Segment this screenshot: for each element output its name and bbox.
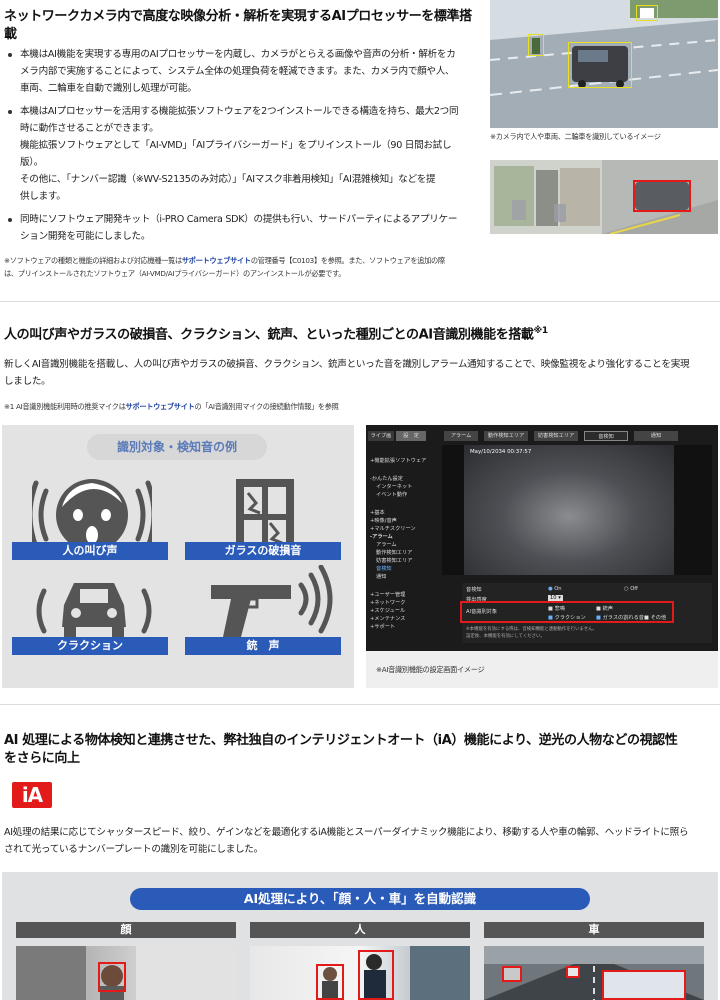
face-scene-image xyxy=(16,946,236,1000)
tab-sound-detection[interactable]: 音検知 xyxy=(584,431,628,441)
car-detection-box xyxy=(566,966,580,978)
vehicle-detection-box xyxy=(633,180,691,212)
section-divider xyxy=(0,704,720,705)
menu-item[interactable]: +マルチスクリーン xyxy=(370,525,416,532)
label-scream: 人の叫び声 xyxy=(12,542,168,560)
menu-item[interactable]: イベント動作 xyxy=(376,491,407,498)
column-face: 顔 xyxy=(16,922,236,938)
form-footer-note: ※本機能を有効にする際は、音検知機能と連動動作を行いません。 xyxy=(466,627,597,632)
feature-list: 本機はAI機能を実現する専用のAIプロセッサーを内蔵し、カメラがとらえる画像や音… xyxy=(4,46,474,251)
radio-unselected-icon: ○ xyxy=(624,586,629,592)
menu-item[interactable]: +機能拡張ソフトウェア xyxy=(370,457,426,464)
tab-live[interactable]: ライブ画 xyxy=(368,431,394,441)
section3-paragraph: AI処理の結果に応じてシャッタースピード、絞り、ゲインなどを最適化するiA機能と… xyxy=(4,827,689,855)
column-car: 車 xyxy=(484,922,704,938)
photo-caption: ※カメラ内で人や車両、二輪車を識別しているイメージ xyxy=(490,132,661,141)
support-website-link[interactable]: サポートウェブサイト xyxy=(182,256,251,265)
person-detection-box xyxy=(528,34,544,56)
car-detection-box xyxy=(602,970,686,1000)
video-preview: May/10/2034 00:37:57 xyxy=(442,445,712,575)
label-car-horn: クラクション xyxy=(12,637,168,655)
radio-off[interactable]: ○ Off xyxy=(624,586,638,592)
row-label: 音検知 xyxy=(466,587,482,593)
settings-screen-container: ライブ画 設 定 アラーム 動作検知エリア 妨害検知エリア 音検知 通知 +機能… xyxy=(366,425,718,688)
label-glass-break: ガラスの破損音 xyxy=(185,542,341,560)
footnote-marker: ※1 xyxy=(533,326,549,336)
tab-alarm[interactable]: アラーム xyxy=(444,431,478,441)
menu-item[interactable]: +ユーザー管理 xyxy=(370,591,405,598)
settings-screen: ライブ画 設 定 アラーム 動作検知エリア 妨害検知エリア 音検知 通知 +機能… xyxy=(366,425,718,651)
menu-item[interactable]: 妨害検知エリア xyxy=(376,557,412,564)
list-item: 本機はAI機能を実現する専用のAIプロセッサーを内蔵し、カメラがとらえる画像や音… xyxy=(4,46,474,97)
privacy-guard-photo xyxy=(490,160,718,234)
face-detection-photo xyxy=(16,946,236,1000)
ia-logo: iA xyxy=(12,782,52,808)
section-divider xyxy=(0,301,720,302)
menu-item[interactable]: 動作検知エリア xyxy=(376,549,412,556)
label-gunshot: 銃 声 xyxy=(185,637,341,655)
menu-item[interactable]: 通知 xyxy=(376,573,386,580)
column-person: 人 xyxy=(250,922,470,938)
ai-recognition-panel: AI処理により、「顔・人・車」を自動認識 顔 人 車 xyxy=(2,872,718,1000)
menu-item[interactable]: -アラーム xyxy=(370,533,393,540)
blurred-camera-image xyxy=(464,445,674,575)
camera-detection-photo xyxy=(490,0,718,128)
tab-notification[interactable]: 通知 xyxy=(634,431,678,441)
section1-heading: ネットワークカメラ内で高度な映像分析・解析を実現するAIプロセッサーを標準搭載 xyxy=(4,9,472,42)
sound-examples-panel: 識別対象・検知音の例 人の叫び声 ガラスの破損音 クラクション 銃 声 xyxy=(2,425,354,688)
menu-item[interactable]: インターネット xyxy=(376,483,412,490)
ai-sound-highlight-box xyxy=(460,601,674,623)
bike-detection-box xyxy=(636,5,658,21)
section2-paragraph: 新しくAI音識別機能を搭載し、人の叫び声やガラスの破損音、クラクション、銃声とい… xyxy=(4,359,690,387)
tab-tamper-area[interactable]: 妨害検知エリア xyxy=(534,431,578,441)
face-detection-box xyxy=(98,962,126,992)
person-detection-box xyxy=(316,964,344,1000)
menu-item[interactable]: +メンテナンス xyxy=(370,615,405,622)
radio-selected-icon: ● xyxy=(548,586,553,592)
section2-heading: 人の叫び声やガラスの破損音、クラクション、銃声、といった種別ごとのAI音識別機能… xyxy=(4,326,549,343)
settings-form: 音検知 ● On ○ Off 検出感度 10 ▾ AI音識別対象 ■ 悲鳴 ■ … xyxy=(460,583,712,643)
mic-note: ※1 AI音識別機能利用時の推奨マイクはサポートウェブサイトの「AI音識別用マイ… xyxy=(4,402,339,411)
screenshot-caption: ※AI音識別機能の設定画面イメージ xyxy=(376,665,485,674)
support-website-link[interactable]: サポートウェブサイト xyxy=(126,402,195,411)
gunshot-icon xyxy=(211,565,333,637)
radio-on[interactable]: ● On xyxy=(548,586,562,592)
menu-item[interactable]: +基本 xyxy=(370,509,385,516)
menu-item[interactable]: +映像/音声 xyxy=(370,517,397,524)
car-horn-icon xyxy=(36,583,152,637)
recognition-banner: AI処理により、「顔・人・車」を自動認識 xyxy=(130,888,590,910)
vehicle-detection-box xyxy=(568,42,632,88)
timestamp: May/10/2034 00:37:57 xyxy=(470,449,532,455)
list-item: 同時にソフトウェア開発キット（i-PRO Camera SDK）の提供も行い、サ… xyxy=(4,211,474,245)
section3-heading: AI 処理による物体検知と連携させた、弊社独自のインテリジェントオート（iA）機… xyxy=(4,733,678,766)
panel-title: 識別対象・検知音の例 xyxy=(87,434,267,460)
car-detection-photo xyxy=(484,946,704,1000)
tab-motion-area[interactable]: 動作検知エリア xyxy=(484,431,528,441)
person-detection-box xyxy=(358,950,394,1000)
list-item: 本機はAIプロセッサーを活用する機能拡張ソフトウェアを2つインストールできる構造… xyxy=(4,103,474,205)
menu-item[interactable]: -かんたん設定 xyxy=(370,475,403,482)
menu-item-sound-detection[interactable]: 音検知 xyxy=(376,565,392,572)
tab-settings[interactable]: 設 定 xyxy=(396,431,426,441)
menu-item[interactable]: アラーム xyxy=(376,541,397,548)
form-footer-note: 設定後、本機能を有効にしてください。 xyxy=(466,634,545,639)
car-detection-box xyxy=(502,966,522,982)
software-note: ※ソフトウェアの種類と機能の詳細および対応機種一覧はサポートウェブサイトの管理番… xyxy=(4,256,445,278)
menu-item[interactable]: +サポート xyxy=(370,623,395,630)
menu-item[interactable]: +スケジュール xyxy=(370,607,405,614)
menu-item[interactable]: +ネットワーク xyxy=(370,599,405,606)
person-detection-photo xyxy=(250,946,470,1000)
